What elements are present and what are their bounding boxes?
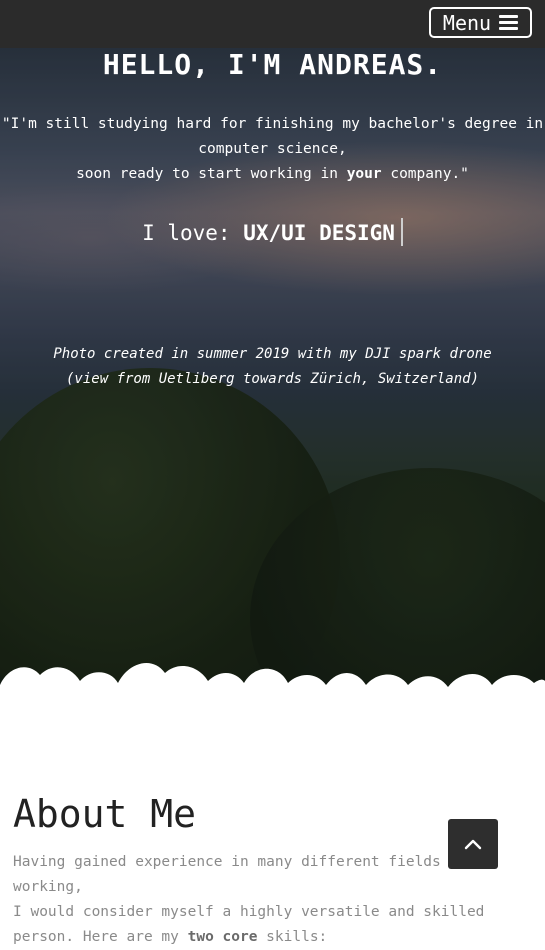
hero-quote-line: computer science, bbox=[198, 141, 347, 157]
top-navigation-bar: Menu bbox=[0, 0, 545, 48]
typing-cursor bbox=[400, 218, 403, 246]
hero-love-skill: UX/UI DESIGN bbox=[243, 221, 395, 245]
scroll-to-top-button[interactable] bbox=[448, 819, 498, 869]
chevron-up-icon bbox=[464, 839, 482, 850]
photo-caption-line: (view from Uetliberg towards Zürich, Swi… bbox=[65, 371, 479, 387]
hero-quote-line: soon ready to start working in your comp… bbox=[76, 166, 469, 182]
cloud-divider bbox=[0, 662, 545, 715]
menu-button[interactable]: Menu bbox=[429, 7, 532, 38]
hero-title: HELLO, I'M ANDREAS. bbox=[102, 48, 443, 81]
hero-typing-text: I love: UX/UI DESIGN bbox=[0, 218, 545, 248]
about-line: I would consider myself a highly versati… bbox=[13, 904, 485, 920]
about-line: person. Here are my two core skills: bbox=[13, 929, 328, 945]
menu-button-label: Menu bbox=[442, 10, 492, 35]
hero-quote-emphasis: your bbox=[346, 166, 382, 182]
hero-quote-line: "I'm still studying hard for finishing m… bbox=[1, 116, 544, 132]
about-heading: About Me bbox=[13, 792, 197, 836]
hero-love-prefix: I love: bbox=[142, 221, 244, 245]
hero-quote: "I'm still studying hard for finishing m… bbox=[0, 112, 545, 187]
hamburger-icon bbox=[499, 15, 519, 30]
photo-caption-line: Photo created in summer 2019 with my DJI… bbox=[53, 346, 492, 362]
about-emphasis: two core bbox=[187, 929, 258, 945]
photo-caption: Photo created in summer 2019 with my DJI… bbox=[0, 342, 545, 392]
